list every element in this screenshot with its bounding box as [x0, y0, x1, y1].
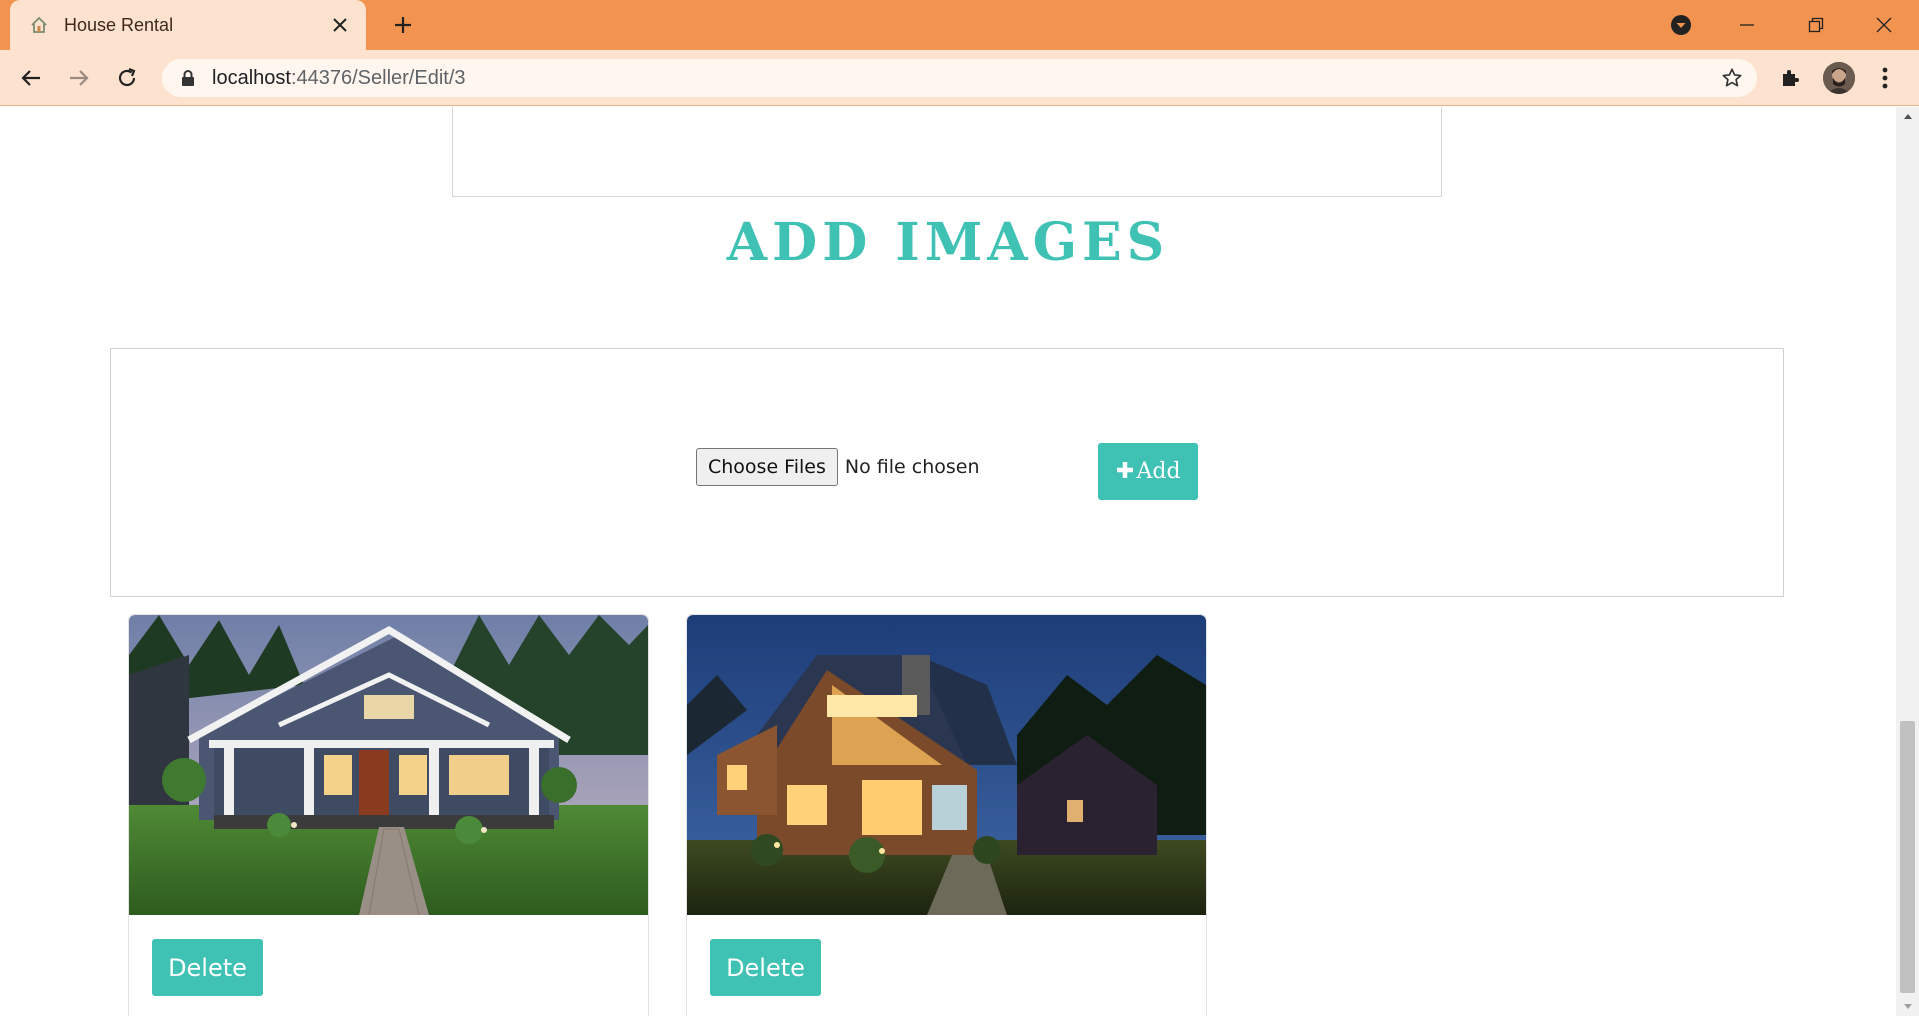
house-photo-day	[129, 615, 648, 915]
scrollbar-thumb[interactable]	[1900, 721, 1915, 993]
close-window-icon[interactable]	[1867, 8, 1901, 42]
url-host: localhost	[212, 66, 291, 89]
plus-icon[interactable]	[388, 10, 418, 40]
reload-icon[interactable]	[110, 61, 144, 95]
house-photo-night	[687, 615, 1206, 915]
vertical-scrollbar[interactable]	[1896, 107, 1919, 1016]
browser-tab[interactable]: House Rental	[10, 0, 366, 50]
profile-dropdown-icon[interactable]	[1664, 8, 1698, 42]
delete-button[interactable]: Delete	[152, 939, 263, 996]
forward-arrow-icon[interactable]	[62, 61, 96, 95]
house-favicon-icon	[28, 14, 50, 36]
browser-tabstrip: House Rental	[0, 0, 1919, 50]
add-button-label: Add	[1136, 459, 1181, 484]
star-icon[interactable]	[1719, 65, 1745, 91]
image-card: Delete	[128, 614, 649, 1016]
restore-icon[interactable]	[1799, 8, 1833, 42]
address-bar[interactable]: localhost:44376/Seller/Edit/3	[162, 59, 1757, 97]
scroll-up-arrow-icon[interactable]	[1896, 107, 1919, 125]
scroll-down-arrow-icon[interactable]	[1896, 998, 1919, 1016]
previous-section-box	[452, 107, 1442, 197]
choose-files-button[interactable]: Choose Files	[696, 448, 838, 486]
section-title: ADD IMAGES	[726, 212, 1170, 273]
avatar[interactable]	[1823, 62, 1855, 94]
file-input[interactable]: Choose Files No file chosen	[696, 448, 980, 486]
browser-toolbar: localhost:44376/Seller/Edit/3	[0, 50, 1919, 106]
close-icon[interactable]	[326, 11, 354, 39]
url-text: localhost:44376/Seller/Edit/3	[212, 67, 466, 90]
url-path: :44376/Seller/Edit/3	[290, 66, 466, 89]
upload-panel: Choose Files No file chosen Add	[110, 348, 1784, 597]
page-viewport[interactable]: ADD IMAGES Choose Files No file chosen A…	[0, 107, 1919, 1016]
plus-icon	[1115, 457, 1135, 487]
puzzle-icon[interactable]	[1775, 63, 1805, 93]
delete-button[interactable]: Delete	[710, 939, 821, 996]
tab-title: House Rental	[64, 14, 174, 35]
lock-icon[interactable]	[178, 68, 198, 88]
file-status-text: No file chosen	[844, 456, 980, 478]
minimize-icon[interactable]	[1730, 8, 1764, 42]
image-card: Delete	[686, 614, 1207, 1016]
kebab-menu-icon[interactable]	[1870, 63, 1900, 93]
back-arrow-icon[interactable]	[14, 61, 48, 95]
add-image-button[interactable]: Add	[1098, 443, 1198, 500]
